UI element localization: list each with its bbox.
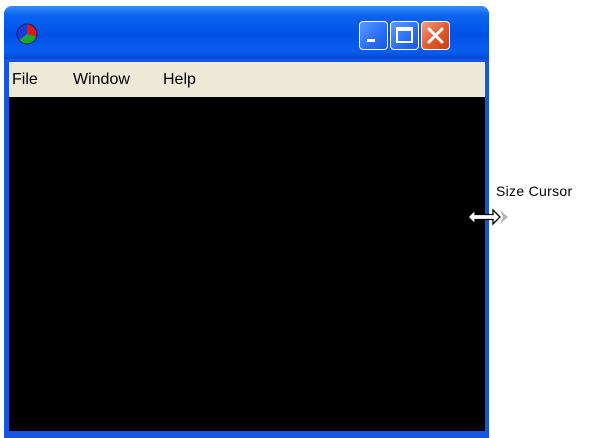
close-icon [427, 27, 444, 44]
menu-help[interactable]: Help [163, 70, 196, 90]
menu-window[interactable]: Window [73, 70, 130, 90]
size-cursor-label: Size Cursor [496, 183, 573, 199]
menu-bar: File Window Help [9, 62, 485, 97]
maximize-icon [396, 27, 413, 43]
size-cursor-icon [467, 208, 508, 226]
minimize-icon [367, 39, 375, 42]
menu-file[interactable]: File [12, 70, 38, 90]
title-bar[interactable] [4, 6, 489, 59]
minimize-button[interactable] [359, 21, 388, 50]
close-button[interactable] [421, 21, 450, 50]
maximize-button[interactable] [390, 21, 419, 50]
tricolor-pie-icon[interactable] [16, 23, 38, 45]
client-area[interactable] [9, 97, 485, 431]
app-window: File Window Help [4, 6, 489, 438]
